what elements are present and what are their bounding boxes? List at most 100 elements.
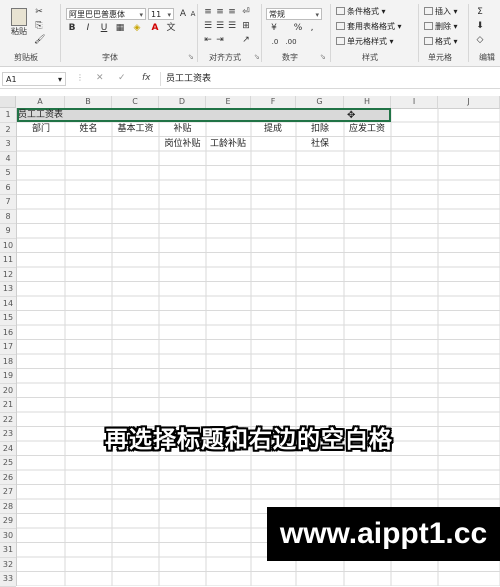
row-header-26[interactable]: 26 (0, 471, 16, 485)
row-header-17[interactable]: 17 (0, 340, 16, 355)
row-header-15[interactable]: 15 (0, 311, 16, 326)
row-header-31[interactable]: 31 (0, 543, 16, 558)
row-header-2[interactable]: 2 (0, 123, 16, 137)
cut-icon[interactable]: ✂ (34, 6, 44, 18)
format-button[interactable]: 格式 ▾ (424, 36, 458, 48)
font-name-select[interactable]: 阿里巴巴普惠体 ▾ (66, 8, 146, 20)
percent-button[interactable]: % (292, 22, 304, 34)
select-all-corner[interactable] (0, 96, 16, 108)
sum-icon[interactable]: Σ (474, 6, 486, 18)
row-header-22[interactable]: 22 (0, 413, 16, 427)
dialog-launcher-icon[interactable]: ⬂ (254, 53, 260, 61)
copy-icon[interactable]: ⎘ (34, 20, 44, 32)
row-header-24[interactable]: 24 (0, 442, 16, 456)
cell-a2[interactable]: 部门 (17, 123, 65, 135)
font-size-select[interactable]: 11 ▾ (148, 8, 174, 20)
row-header-11[interactable]: 11 (0, 253, 16, 268)
cell-b2[interactable]: 姓名 (65, 123, 112, 135)
column-header-d[interactable]: D (159, 96, 206, 108)
cell-d2[interactable]: 补贴 (159, 123, 206, 135)
conditional-format-button[interactable]: 条件格式 ▾ (336, 6, 386, 18)
fill-icon[interactable]: ⬇ (474, 20, 486, 32)
format-painter-icon[interactable]: 🖌 (34, 34, 45, 46)
row-header-21[interactable]: 21 (0, 398, 16, 413)
row-header-3[interactable]: 3 (0, 137, 16, 152)
font-color-icon[interactable]: A (148, 22, 162, 34)
comma-icon[interactable]: , (306, 22, 318, 34)
cell-e3[interactable]: 工龄补贴 (206, 138, 250, 150)
currency-icon[interactable]: ¥ (268, 22, 280, 34)
bold-button[interactable]: B (66, 22, 78, 34)
increase-decimal-icon[interactable]: .0 (268, 36, 282, 48)
row-header-5[interactable]: 5 (0, 166, 16, 181)
column-header-j[interactable]: J (438, 96, 500, 108)
underline-button[interactable]: U (98, 22, 110, 34)
row-header-16[interactable]: 16 (0, 326, 16, 340)
column-header-a[interactable]: A (16, 96, 65, 108)
cell-styles-button[interactable]: 单元格样式 ▾ (336, 36, 394, 48)
dialog-launcher-icon[interactable]: ⬂ (188, 53, 194, 61)
phonetic-icon[interactable]: 文 (164, 22, 178, 34)
name-box[interactable]: A1 ▾ (2, 72, 66, 86)
cell-h2[interactable]: 应发工资 (344, 123, 390, 135)
column-header-e[interactable]: E (206, 96, 251, 108)
row-header-7[interactable]: 7 (0, 195, 16, 210)
row-header-4[interactable]: 4 (0, 152, 16, 166)
number-format-select[interactable]: 常规 ▾ (266, 8, 322, 20)
italic-button[interactable]: I (82, 22, 94, 34)
row-header-27[interactable]: 27 (0, 485, 16, 500)
format-as-table-button[interactable]: 套用表格格式 ▾ (336, 21, 402, 33)
column-header-f[interactable]: F (251, 96, 296, 108)
row-header-20[interactable]: 20 (0, 384, 16, 398)
outdent-icon[interactable]: ⇥ (214, 34, 226, 46)
row-header-1[interactable]: 1 (0, 108, 16, 123)
cell-a1[interactable]: 员工工资表 (18, 109, 63, 121)
border-icon[interactable]: ▦ (114, 22, 126, 34)
align-bottom-icon[interactable]: ≡ (226, 6, 238, 18)
merge-center-icon[interactable]: ⊞ (240, 20, 252, 32)
clear-icon[interactable]: ◇ (474, 34, 486, 46)
fill-color-icon[interactable]: ◈ (130, 22, 144, 34)
row-header-8[interactable]: 8 (0, 210, 16, 224)
column-header-c[interactable]: C (112, 96, 159, 108)
insert-button[interactable]: 插入 ▾ (424, 6, 458, 18)
cell-g3[interactable]: 社保 (296, 138, 344, 150)
row-header-30[interactable]: 30 (0, 529, 16, 543)
orientation-icon[interactable]: ↗ (240, 34, 252, 46)
align-top-icon[interactable]: ≡ (202, 6, 214, 18)
cancel-icon[interactable]: ✕ (96, 73, 104, 83)
increase-font-icon[interactable]: A (178, 8, 188, 20)
row-header-12[interactable]: 12 (0, 268, 16, 282)
row-header-9[interactable]: 9 (0, 224, 16, 239)
align-left-icon[interactable]: ☰ (202, 20, 214, 32)
cell-c2[interactable]: 基本工资 (112, 123, 159, 135)
fx-button[interactable]: fx (142, 73, 151, 83)
align-center-icon[interactable]: ☰ (214, 20, 226, 32)
row-header-33[interactable]: 33 (0, 572, 16, 587)
align-middle-icon[interactable]: ≡ (214, 6, 226, 18)
delete-button[interactable]: 删除 ▾ (424, 21, 458, 33)
wrap-text-icon[interactable]: ⏎ (240, 6, 252, 18)
row-header-32[interactable]: 32 (0, 558, 16, 572)
cell-f2[interactable]: 提成 (250, 123, 296, 135)
column-header-b[interactable]: B (65, 96, 112, 108)
column-header-h[interactable]: H (344, 96, 391, 108)
enter-icon[interactable]: ✓ (118, 73, 126, 83)
row-header-23[interactable]: 23 (0, 427, 16, 442)
align-right-icon[interactable]: ☰ (226, 20, 238, 32)
indent-icon[interactable]: ⇤ (202, 34, 214, 46)
row-header-19[interactable]: 19 (0, 369, 16, 384)
cell-d3[interactable]: 岗位补贴 (159, 138, 206, 150)
column-header-g[interactable]: G (296, 96, 344, 108)
decrease-decimal-icon[interactable]: .00 (284, 36, 298, 48)
row-header-18[interactable]: 18 (0, 355, 16, 369)
row-header-6[interactable]: 6 (0, 181, 16, 195)
row-header-10[interactable]: 10 (0, 239, 16, 253)
row-header-28[interactable]: 28 (0, 500, 16, 514)
dialog-launcher-icon[interactable]: ⬂ (320, 53, 326, 61)
row-header-13[interactable]: 13 (0, 282, 16, 297)
cell-g2[interactable]: 扣除 (296, 123, 344, 135)
column-header-i[interactable]: I (391, 96, 438, 108)
row-header-29[interactable]: 29 (0, 514, 16, 529)
paste-button[interactable]: 粘贴 (6, 8, 32, 44)
